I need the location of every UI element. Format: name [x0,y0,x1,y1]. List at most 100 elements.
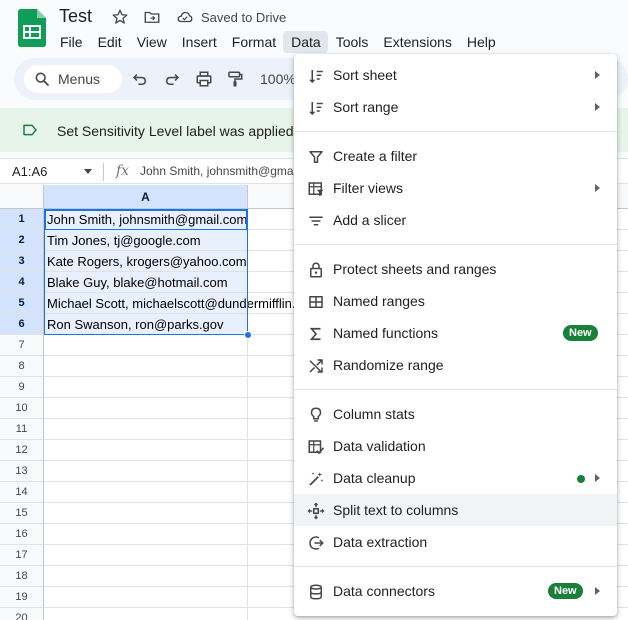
cell-a[interactable] [44,440,248,461]
row-header[interactable]: 14 [0,482,44,503]
row-header[interactable]: 9 [0,377,44,398]
menu-item-create-filter[interactable]: Create a filter [294,140,617,172]
select-all-corner[interactable] [0,185,44,209]
cell-a[interactable] [44,461,248,482]
menu-item-column-stats[interactable]: Column stats [294,398,617,430]
menu-item-filter-views[interactable]: Filter views [294,172,617,204]
menu-item-split-text-to-columns[interactable]: Split text to columns [294,494,617,526]
zoom-select[interactable]: 100% [260,71,296,87]
row-header[interactable]: 3 [0,251,44,272]
row-header[interactable]: 6 [0,314,44,335]
menu-item-label: Filter views [333,180,404,196]
cell-a[interactable]: John Smith, johnsmith@gmail.com [44,209,248,230]
menu-item-data-cleanup[interactable]: Data cleanup [294,462,617,494]
submenu-arrow-icon [595,103,600,111]
row-header[interactable]: 20 [0,608,44,620]
cell-a[interactable] [44,566,248,587]
row-header[interactable]: 5 [0,293,44,314]
submenu-arrow-icon [595,71,600,79]
cell-a[interactable]: Tim Jones, tj@google.com [44,230,248,251]
menu-item-data-validation[interactable]: Data validation [294,430,617,462]
data-validation-icon [308,440,325,455]
name-box-dropdown-icon[interactable] [84,169,92,174]
cell-a[interactable] [44,377,248,398]
menu-item-label: Data validation [333,438,426,454]
menu-item-label: Data extraction [333,534,428,550]
formula-divider [103,163,104,181]
cell-a[interactable] [44,482,248,503]
cell-a[interactable] [44,587,248,608]
menu-file[interactable]: File [52,31,90,53]
cell-a[interactable]: Ron Swanson, ron@parks.gov [44,314,248,335]
menu-item-data-extraction[interactable]: Data extraction [294,526,617,558]
row-header[interactable]: 13 [0,461,44,482]
menu-item-data-connectors[interactable]: Data connectors New [294,575,617,607]
row-header[interactable]: 2 [0,230,44,251]
sheets-logo-icon[interactable] [18,9,46,47]
submenu-arrow-icon [595,184,600,192]
menu-item-protect-sheets[interactable]: Protect sheets and ranges [294,253,617,285]
row-header[interactable]: 4 [0,272,44,293]
row-header[interactable]: 19 [0,587,44,608]
row-header[interactable]: 10 [0,398,44,419]
menu-tools[interactable]: Tools [328,31,376,53]
menu-item-sort-range[interactable]: Sort range [294,91,617,123]
row-header[interactable]: 15 [0,503,44,524]
move-folder-icon[interactable] [143,8,161,26]
row-header[interactable]: 17 [0,545,44,566]
menu-extensions[interactable]: Extensions [375,31,458,53]
cell-a[interactable]: Kate Rogers, krogers@yahoo.com [44,251,248,272]
cell-a[interactable] [44,356,248,377]
row-header[interactable]: 8 [0,356,44,377]
menu-view[interactable]: View [129,31,174,53]
doc-title[interactable]: Test [59,6,92,27]
search-menus-button[interactable]: Menus [24,65,122,93]
menu-item-label: Sort range [333,99,399,115]
menu-item-named-functions[interactable]: Named functions New [294,317,617,349]
menu-help[interactable]: Help [459,31,503,53]
menu-item-sort-sheet[interactable]: Sort sheet [294,59,617,91]
row-header[interactable]: 16 [0,524,44,545]
cell-a[interactable] [44,608,248,620]
fill-handle[interactable] [244,331,252,339]
submenu-arrow-icon [595,474,600,482]
paint-format-icon[interactable] [226,70,244,88]
row-header[interactable]: 7 [0,335,44,356]
menu-item-label: Randomize range [333,357,444,373]
row-header[interactable]: 1 [0,209,44,230]
menu-item-add-slicer[interactable]: Add a slicer [294,204,617,236]
menu-item-label: Data cleanup [333,470,416,486]
row-header[interactable]: 11 [0,419,44,440]
menu-item-label: Protect sheets and ranges [333,261,497,277]
row-header[interactable]: 12 [0,440,44,461]
cell-a[interactable] [44,398,248,419]
cell-a[interactable] [44,524,248,545]
redo-icon[interactable] [163,70,181,88]
undo-icon[interactable] [131,70,149,88]
row-header[interactable]: 18 [0,566,44,587]
menu-item-label: Column stats [333,406,415,422]
menu-format[interactable]: Format [224,31,283,53]
menu-item-label: Sort sheet [333,67,397,83]
cloud-done-icon[interactable] [175,8,195,26]
menu-data[interactable]: Data [283,31,328,53]
star-icon[interactable] [111,8,129,26]
shuffle-icon [309,359,323,373]
menu-item-named-ranges[interactable]: Named ranges [294,285,617,317]
menu-bar: File Edit View Insert Format Data Tools … [52,31,503,53]
column-header-a[interactable]: A [44,185,248,209]
cell-a[interactable]: Blake Guy, blake@hotmail.com [44,272,248,293]
menu-edit[interactable]: Edit [90,31,129,53]
cell-a[interactable]: Michael Scott, michaelscott@dundermiffli… [44,293,320,314]
cell-a[interactable] [44,419,248,440]
lightbulb-icon [310,407,322,422]
print-icon[interactable] [195,70,213,88]
cell-a[interactable] [44,545,248,566]
search-icon [35,72,49,86]
cell-a[interactable] [44,335,248,356]
menu-insert[interactable]: Insert [174,31,224,53]
name-box[interactable]: A1:A6 [12,164,47,179]
menu-item-randomize-range[interactable]: Randomize range [294,349,617,381]
cell-a[interactable] [44,503,248,524]
menu-item-label: Create a filter [333,148,418,164]
